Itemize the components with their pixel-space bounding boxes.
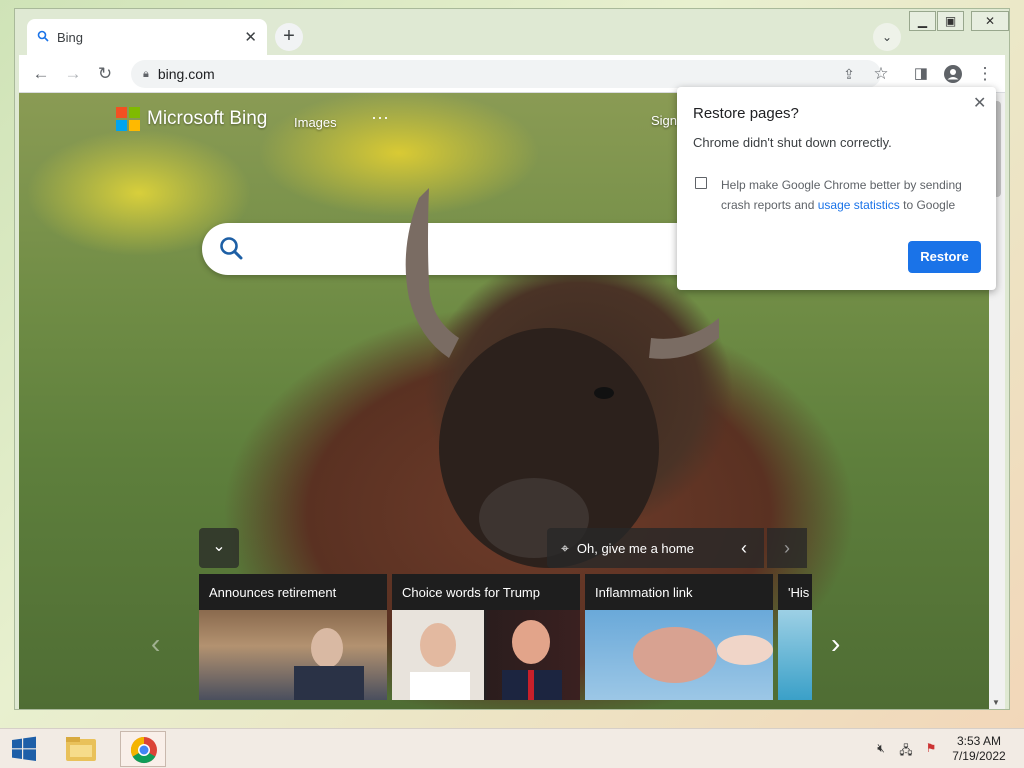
location-pin-icon: ⌖ (561, 539, 569, 556)
news-card-caption: Inflammation link (585, 574, 773, 610)
dialog-title: Restore pages? (693, 105, 799, 122)
search-icon (218, 235, 244, 266)
crash-report-label: Help make Google Chrome better by sendin… (721, 175, 981, 215)
restore-button[interactable]: Restore (908, 241, 981, 273)
restore-icon[interactable]: ▣ (937, 11, 964, 31)
news-card-image (392, 610, 580, 700)
brand-name: Microsoft Bing (147, 108, 268, 129)
back-icon[interactable]: ← (27, 61, 55, 87)
taskbar: 🔇︎ 🖧 ⚑ 3:53 AM 7/19/2022 (0, 728, 1024, 768)
prev-image-icon[interactable]: ‹ (724, 528, 764, 568)
next-image-icon[interactable]: › (767, 528, 807, 568)
news-card-caption: Announces retirement (199, 574, 387, 610)
news-card[interactable]: 'His (778, 574, 812, 700)
bookmark-star-icon[interactable]: ☆ (867, 61, 895, 87)
network-icon[interactable]: 🖧 (897, 741, 915, 757)
news-card-image (199, 610, 387, 700)
news-card-caption: 'His (778, 574, 812, 610)
reload-icon[interactable]: ↻ (91, 61, 119, 87)
clock-time: 3:53 AM (956, 734, 1002, 748)
minimize-icon[interactable]: ▁ (909, 11, 936, 31)
tab-close-icon[interactable]: ✕ (244, 28, 257, 46)
windows-logo-icon (12, 736, 36, 761)
carousel-prev-icon[interactable]: ‹ (151, 628, 160, 660)
clock[interactable]: 3:53 AM 7/19/2022 (944, 734, 1014, 764)
lock-icon: 🔒︎ (143, 67, 149, 80)
image-info[interactable]: ⌖ Oh, give me a home (547, 528, 724, 568)
news-card[interactable]: Choice words for Trump (392, 574, 580, 700)
crash-report-checkbox[interactable] (695, 177, 707, 189)
usage-statistics-link[interactable]: usage statistics (818, 198, 900, 212)
menu-icon[interactable]: ⋮ (971, 61, 999, 87)
volume-muted-icon[interactable]: 🔇︎ (872, 741, 890, 757)
url-text: bing.com (157, 66, 215, 82)
address-bar[interactable]: 🔒︎ bing.com (131, 60, 881, 88)
chrome-taskbar-icon[interactable] (120, 731, 166, 767)
news-card-image (778, 610, 812, 700)
scroll-down-icon[interactable]: ▼ (992, 698, 1000, 707)
sign-in-link[interactable]: Sign (651, 113, 677, 128)
carousel-next-icon[interactable]: › (831, 628, 840, 660)
tab-search-icon[interactable]: ⌄ (873, 23, 901, 51)
news-card[interactable]: Announces retirement (199, 574, 387, 700)
tab-strip: Bing ✕ + ⌄ ▁ ▣ ✕ (15, 9, 1009, 55)
dialog-message: Chrome didn't shut down correctly. (693, 135, 892, 150)
file-explorer-icon[interactable] (58, 731, 104, 767)
start-button[interactable] (6, 735, 42, 763)
microsoft-logo-icon (116, 107, 140, 131)
more-icon[interactable]: ··· (371, 107, 389, 128)
search-icon (37, 30, 57, 45)
clock-date: 7/19/2022 (952, 749, 1006, 763)
news-card[interactable]: Inflammation link (585, 574, 773, 700)
tab-title: Bing (57, 29, 84, 45)
collapse-icon[interactable]: ⌄ (199, 528, 239, 568)
action-center-icon[interactable]: ⚑ (922, 741, 940, 757)
help-text-2: to Google (903, 198, 956, 212)
side-panel-icon[interactable]: ◨ (907, 61, 935, 87)
news-card-caption: Choice words for Trump (392, 574, 580, 610)
share-icon[interactable]: ⇪ (835, 61, 863, 87)
forward-icon[interactable]: → (59, 61, 87, 87)
close-icon[interactable]: ✕ (971, 11, 1009, 31)
restore-pages-dialog: ✕ Restore pages? Chrome didn't shut down… (677, 87, 996, 290)
bing-logo[interactable]: Microsoft Bing (116, 107, 267, 131)
nav-images-link[interactable]: Images (294, 115, 337, 130)
close-icon[interactable]: ✕ (973, 93, 986, 113)
news-card-image (585, 610, 773, 700)
image-title: Oh, give me a home (576, 540, 694, 556)
tab-bing[interactable]: Bing ✕ (27, 19, 267, 55)
profile-icon[interactable] (939, 61, 967, 87)
new-tab-button[interactable]: + (275, 23, 303, 51)
